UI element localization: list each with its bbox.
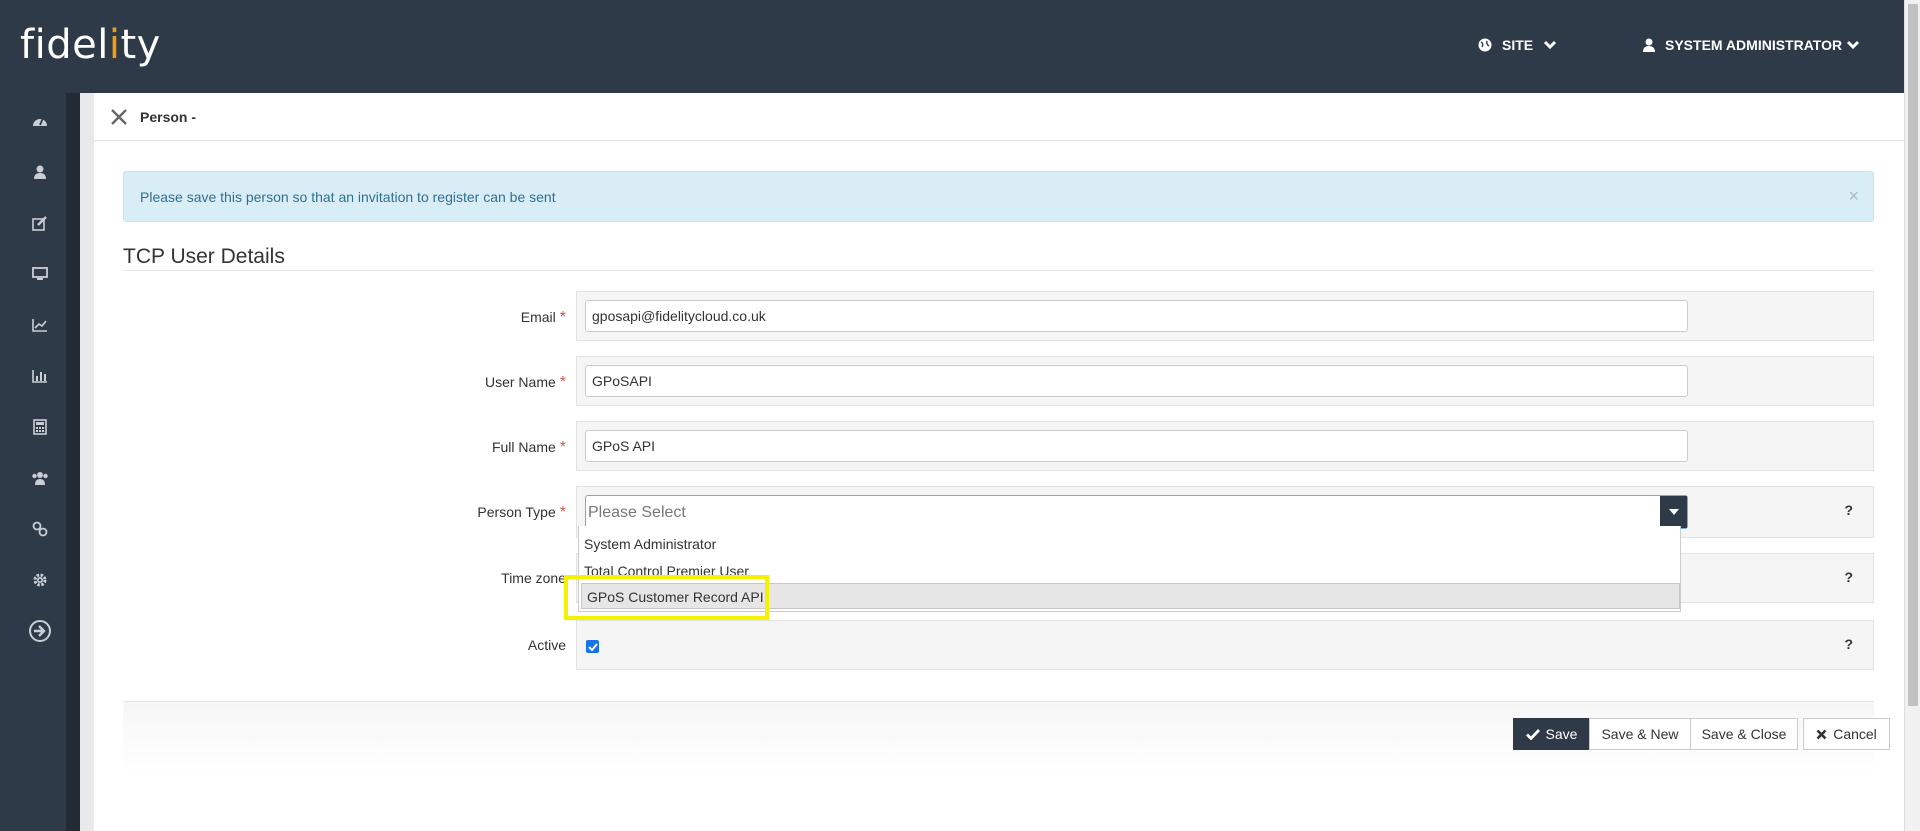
username-label: User Name *	[484, 374, 566, 391]
scrollbar[interactable]	[1904, 0, 1920, 831]
fullname-field-container	[576, 421, 1874, 471]
globe-icon	[1478, 38, 1492, 52]
tab-title: Person -	[140, 109, 197, 125]
cancel-button[interactable]: Cancel	[1803, 718, 1890, 750]
main-content: Person - Please save this person so that…	[94, 93, 1904, 831]
top-navbar: fidelity SITE SYSTEM ADMINISTRATOR	[0, 0, 1904, 93]
section-title: TCP User Details	[123, 245, 285, 268]
chevron-down-icon	[1847, 40, 1860, 50]
fullname-label: Full Name *	[491, 439, 566, 456]
sign-out-icon[interactable]	[28, 619, 52, 643]
save-and-new-button[interactable]: Save & New	[1589, 718, 1691, 750]
site-label: SITE	[1502, 37, 1534, 53]
username-field[interactable]	[585, 365, 1688, 397]
user-icon[interactable]	[30, 162, 50, 182]
chevron-down-icon	[1544, 40, 1557, 50]
logo-text-end: ty	[120, 22, 161, 68]
caret-down-icon	[1668, 509, 1679, 515]
timezone-label: Time zone	[501, 570, 566, 586]
email-field-container	[576, 291, 1874, 341]
username-row: User Name *	[123, 356, 1874, 406]
monitor-icon[interactable]	[30, 264, 50, 284]
info-alert: Please save this person so that an invit…	[123, 171, 1874, 222]
calculator-icon[interactable]	[30, 417, 50, 437]
active-field-container: ?	[576, 620, 1874, 670]
dashboard-icon[interactable]	[30, 111, 50, 131]
tab-bar: Person -	[94, 93, 1904, 141]
active-label: Active	[527, 637, 566, 653]
alert-message: Please save this person so that an invit…	[140, 189, 556, 205]
email-row: Email *	[123, 291, 1874, 341]
help-button[interactable]: ?	[1844, 636, 1853, 652]
close-icon[interactable]	[110, 108, 128, 126]
save-button[interactable]: Save	[1513, 718, 1590, 750]
gear-icon[interactable]	[30, 570, 50, 590]
times-icon	[1816, 729, 1827, 739]
users-icon[interactable]	[30, 468, 50, 488]
username-field-container	[576, 356, 1874, 406]
check-icon	[1525, 728, 1540, 740]
active-checkbox[interactable]	[586, 640, 599, 653]
bar-chart-icon[interactable]	[30, 366, 50, 386]
form-footer: Save Save & New Save & Close Cancel	[123, 701, 1890, 777]
required-marker: *	[559, 504, 566, 521]
sidebar-edge	[66, 93, 80, 831]
sidebar	[0, 93, 80, 831]
link-icon[interactable]	[30, 519, 50, 539]
option-gpos-customer-record-api[interactable]: GPoS Customer Record API	[581, 583, 1680, 609]
fullname-field[interactable]	[585, 430, 1688, 462]
option-system-administrator[interactable]: System Administrator	[579, 530, 1680, 556]
site-menu[interactable]: SITE	[1478, 37, 1557, 53]
user-menu[interactable]: SYSTEM ADMINISTRATOR	[1643, 37, 1860, 53]
fidelity-logo[interactable]: fidelity	[20, 22, 161, 68]
persontype-dropdown-list: System Administrator Total Control Premi…	[578, 526, 1681, 612]
select-toggle-button[interactable]	[1660, 496, 1687, 528]
required-marker: *	[559, 439, 566, 456]
required-marker: *	[559, 374, 566, 391]
persontype-select[interactable]: Please Select	[585, 495, 1688, 529]
select-placeholder: Please Select	[588, 504, 686, 521]
alert-close-button[interactable]: ×	[1848, 186, 1859, 207]
help-button[interactable]: ?	[1844, 569, 1853, 585]
option-total-control-premier-user[interactable]: Total Control Premier User	[579, 557, 1680, 575]
save-and-close-button[interactable]: Save & Close	[1690, 718, 1798, 750]
email-field[interactable]	[585, 300, 1688, 332]
active-row: Active ?	[123, 620, 1874, 670]
fullname-row: Full Name *	[123, 421, 1874, 471]
user-icon	[1643, 38, 1655, 52]
required-marker: *	[559, 309, 566, 326]
logo-text-accent: i	[108, 22, 121, 68]
line-chart-icon[interactable]	[30, 315, 50, 335]
email-label: Email *	[520, 309, 566, 326]
help-button[interactable]: ?	[1844, 502, 1853, 518]
persontype-label: Person Type *	[477, 504, 566, 521]
edit-icon[interactable]	[30, 213, 50, 233]
checkmark-icon	[587, 642, 598, 651]
logo-text-start: fidel	[20, 22, 109, 68]
section-divider	[123, 270, 1874, 271]
user-label: SYSTEM ADMINISTRATOR	[1665, 37, 1843, 53]
scrollbar-thumb[interactable]	[1908, 4, 1918, 706]
